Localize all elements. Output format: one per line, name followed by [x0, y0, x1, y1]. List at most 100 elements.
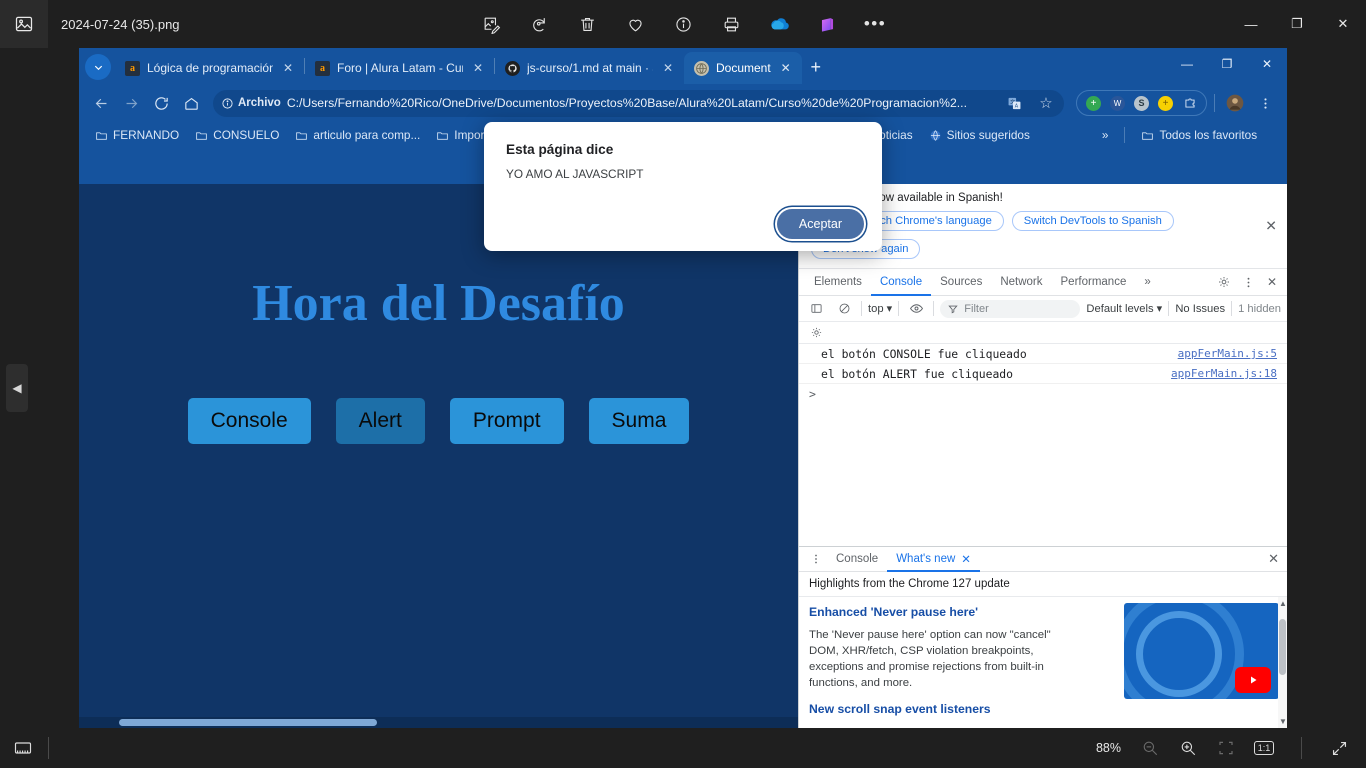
rotate-icon[interactable]: [524, 9, 554, 39]
console-context-selector[interactable]: top ▾: [868, 302, 892, 315]
switch-devtools-to-spanish-button[interactable]: Switch DevTools to Spanish: [1011, 211, 1174, 231]
live-expression-icon[interactable]: [905, 298, 927, 320]
bookmark-sitios-sugeridos[interactable]: Sitios sugeridos: [923, 125, 1036, 145]
address-bar[interactable]: Archivo C:/Users/Fernando%20Rico/OneDriv…: [213, 89, 1064, 117]
profile-avatar[interactable]: [1221, 89, 1249, 117]
chevron-down-icon[interactable]: [85, 54, 111, 80]
page-horizontal-scrollbar[interactable]: [79, 717, 798, 728]
home-icon[interactable]: [177, 89, 205, 117]
alert-button[interactable]: Alert: [335, 398, 425, 444]
onedrive-icon[interactable]: [764, 9, 794, 39]
bookmark-label: Todos los favoritos: [1159, 128, 1258, 142]
all-bookmarks-button[interactable]: Todos los favoritos: [1135, 125, 1263, 145]
zoom-in-icon[interactable]: [1175, 735, 1201, 761]
bookmark-fernando[interactable]: FERNANDO: [89, 125, 185, 145]
bookmarks-overflow-button[interactable]: »: [1096, 125, 1115, 145]
info-icon[interactable]: [668, 9, 698, 39]
three-dot-menu-icon[interactable]: [1251, 89, 1279, 117]
close-icon[interactable]: ✕: [1265, 218, 1277, 235]
bookmark-consuelo[interactable]: CONSUELO: [189, 125, 285, 145]
bookmark-articulo[interactable]: articulo para comp...: [289, 125, 426, 145]
console-message-row[interactable]: el botón ALERT fue cliqueado appFerMain.…: [799, 364, 1287, 384]
tab-close-icon[interactable]: ✕: [280, 60, 296, 76]
translate-icon[interactable]: 文 A: [1000, 89, 1028, 117]
three-dot-menu-icon[interactable]: [805, 548, 827, 570]
close-icon[interactable]: ✕: [1261, 271, 1283, 293]
accept-button[interactable]: Aceptar: [776, 209, 864, 239]
bookmark-star-icon[interactable]: ☆: [1032, 89, 1060, 117]
tab-close-icon[interactable]: ✕: [778, 60, 794, 76]
tab-close-icon[interactable]: ✕: [470, 60, 486, 76]
tab-1[interactable]: a Foro | Alura Latam - Cursos onli ✕: [305, 52, 494, 84]
suma-button[interactable]: Suma: [588, 398, 690, 444]
tab-elements[interactable]: Elements: [805, 269, 871, 296]
whats-new-section-body: The 'Never pause here' option can now "c…: [809, 629, 1051, 689]
extension-green-plus-icon[interactable]: +: [1086, 95, 1101, 111]
reload-icon[interactable]: [147, 89, 175, 117]
drawer-close-icon[interactable]: ✕: [1268, 551, 1279, 567]
console-message-row[interactable]: el botón CONSOLE fue cliqueado appFerMai…: [799, 344, 1287, 364]
delete-icon[interactable]: [572, 9, 602, 39]
console-settings-gear-icon[interactable]: [805, 322, 827, 344]
gear-icon[interactable]: [1213, 271, 1235, 293]
scroll-up-arrow[interactable]: ▲: [1279, 599, 1287, 608]
zoom-out-icon[interactable]: [1137, 735, 1163, 761]
console-input-prompt[interactable]: >: [799, 384, 1287, 404]
devtools-tabs-overflow[interactable]: »: [1135, 269, 1159, 296]
edit-image-icon[interactable]: [476, 9, 506, 39]
more-options-icon[interactable]: •••: [860, 9, 890, 39]
new-tab-button[interactable]: +: [802, 53, 830, 81]
console-source-link[interactable]: appFerMain.js:18: [1171, 367, 1277, 380]
fullscreen-icon[interactable]: [1326, 735, 1352, 761]
fit-to-window-icon[interactable]: [1213, 735, 1239, 761]
photos-window-controls: — ❐ ✕: [1228, 0, 1366, 48]
skype-icon[interactable]: S: [1134, 95, 1149, 111]
whats-new-section-title[interactable]: New scroll snap event listeners: [809, 702, 1277, 716]
filmstrip-icon[interactable]: [10, 735, 36, 761]
extension-yellow-icon[interactable]: +: [1158, 95, 1173, 111]
log-levels-selector[interactable]: Default levels ▾: [1086, 302, 1162, 315]
youtube-play-icon[interactable]: [1235, 667, 1271, 693]
drawer-tab-console[interactable]: Console: [827, 547, 887, 572]
prompt-button[interactable]: Prompt: [449, 398, 564, 444]
drawer-tab-close-icon[interactable]: ✕: [961, 552, 971, 566]
forward-icon[interactable]: [117, 89, 145, 117]
three-dot-menu-icon[interactable]: [1237, 271, 1259, 293]
restore-button[interactable]: ❐: [1274, 0, 1320, 48]
scrollbar-thumb[interactable]: [119, 719, 377, 726]
drawer-tab-whats-new[interactable]: What's new ✕: [887, 547, 980, 572]
whats-new-video-thumbnail[interactable]: [1124, 603, 1279, 699]
tab-2[interactable]: js-curso/1.md at main · alura-es ✕: [495, 52, 684, 84]
tab-sources[interactable]: Sources: [931, 269, 991, 296]
tab-3-active[interactable]: Document ✕: [684, 52, 802, 84]
tab-performance[interactable]: Performance: [1052, 269, 1136, 296]
previous-image-button[interactable]: ◀: [6, 364, 28, 412]
chrome-minimize-button[interactable]: —: [1167, 48, 1207, 80]
tab-0[interactable]: a Lógica de programación: explor ✕: [115, 52, 304, 84]
tab-console[interactable]: Console: [871, 269, 931, 296]
clear-console-icon[interactable]: [833, 298, 855, 320]
close-button[interactable]: ✕: [1320, 0, 1366, 48]
scroll-down-arrow[interactable]: ▼: [1279, 717, 1287, 726]
extensions-puzzle-icon[interactable]: [1182, 96, 1197, 111]
console-source-link[interactable]: appFerMain.js:5: [1178, 347, 1277, 360]
issues-counter[interactable]: No Issues: [1175, 303, 1225, 315]
office-editing-icon[interactable]: W: [1110, 95, 1125, 111]
chrome-restore-button[interactable]: ❐: [1207, 48, 1247, 80]
favorite-heart-icon[interactable]: [620, 9, 650, 39]
scrollbar-thumb[interactable]: [1279, 619, 1286, 675]
hidden-messages-count[interactable]: 1 hidden: [1238, 303, 1281, 315]
back-icon[interactable]: [87, 89, 115, 117]
minimize-button[interactable]: —: [1228, 0, 1274, 48]
chrome-close-button[interactable]: ✕: [1247, 48, 1287, 80]
tab-close-icon[interactable]: ✕: [660, 60, 676, 76]
print-icon[interactable]: [716, 9, 746, 39]
console-button[interactable]: Console: [187, 398, 311, 444]
actual-size-button[interactable]: 1:1: [1251, 735, 1277, 761]
whats-new-scrollbar[interactable]: ▲ ▼: [1278, 597, 1287, 728]
tab-network[interactable]: Network: [991, 269, 1051, 296]
filter-input[interactable]: Filter: [940, 299, 1081, 318]
folder-icon: [437, 131, 449, 140]
console-sidebar-icon[interactable]: [805, 298, 827, 320]
clipchamp-icon[interactable]: [812, 9, 842, 39]
